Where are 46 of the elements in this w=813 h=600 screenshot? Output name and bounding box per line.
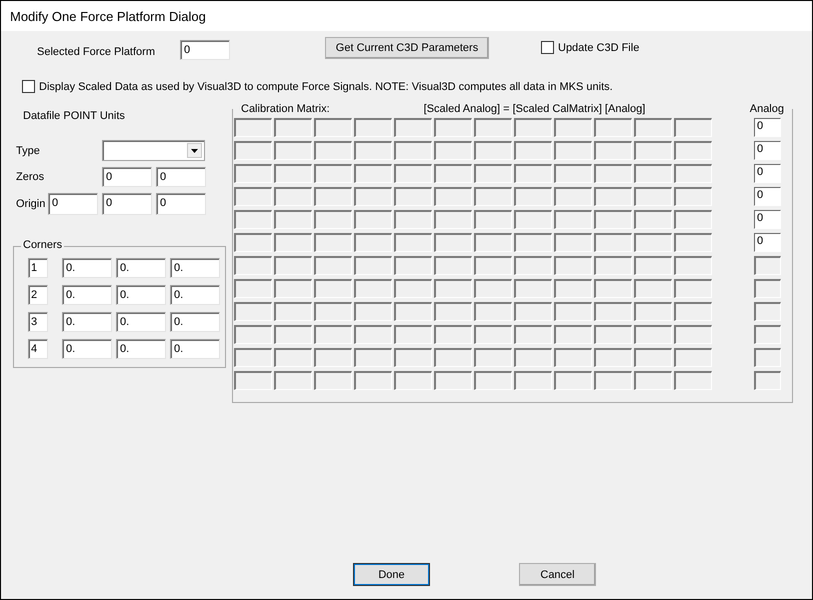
field-label: Type <box>15 144 41 156</box>
equation-text: [Scaled Analog] = [Scaled CalMatrix] [Analog] <box>424 103 646 115</box>
corner-number: 4 <box>28 339 48 359</box>
input-field[interactable]: 0. <box>62 312 112 332</box>
input-field[interactable]: 0 <box>180 40 230 60</box>
dialog-button[interactable]: Done <box>353 563 430 586</box>
input-field[interactable]: 0. <box>170 285 220 305</box>
section-label: Datafile POINT Units <box>23 110 126 122</box>
corner-number: 2 <box>28 285 48 305</box>
get-parameters-button[interactable]: Get Current C3D Parameters <box>325 36 489 58</box>
input-field[interactable]: 0. <box>170 339 220 359</box>
input-field[interactable]: 0. <box>116 258 166 278</box>
window-title: Modify One Force Platform Dialog <box>10 8 206 24</box>
checkbox-label: Update C3D File <box>558 42 640 54</box>
input-field[interactable]: 0. <box>62 339 112 359</box>
checkbox[interactable] <box>541 41 554 54</box>
input-field[interactable]: 0. <box>62 258 112 278</box>
caret-icon <box>191 148 198 152</box>
input-field[interactable]: 0 <box>156 193 206 215</box>
analog-field[interactable]: 0 <box>754 210 781 229</box>
analog-field[interactable]: 0 <box>754 233 781 252</box>
input-field[interactable]: 0. <box>116 285 166 305</box>
input-field[interactable]: 0 <box>48 193 98 215</box>
checkbox-label: Display Scaled Data as used by Visual3D to compute Force Signals. NOTE: Visual3D computes all data in MKS units. <box>39 80 613 92</box>
analog-field[interactable]: 0 <box>754 164 781 183</box>
input-field[interactable]: 0. <box>170 258 220 278</box>
group-title: Corners <box>21 239 64 251</box>
field-label: Zeros <box>15 171 46 183</box>
input-field[interactable]: 0. <box>116 339 166 359</box>
dialog-button[interactable]: Cancel <box>519 563 596 586</box>
input-field[interactable]: 0. <box>116 312 166 332</box>
input-field[interactable]: 0. <box>170 312 220 332</box>
group-title: Analog <box>748 103 786 115</box>
analog-field[interactable]: 0 <box>754 187 781 206</box>
input-field[interactable]: 0 <box>102 167 152 187</box>
analog-field[interactable]: 0 <box>754 118 781 137</box>
checkbox[interactable] <box>22 80 35 93</box>
corner-number: 1 <box>28 258 48 278</box>
field-label: Origin <box>15 198 46 210</box>
field-label: Selected Force Platform <box>37 46 156 58</box>
corner-number: 3 <box>28 312 48 332</box>
type-dropdown[interactable] <box>102 140 205 161</box>
analog-field[interactable]: 0 <box>754 141 781 160</box>
input-field[interactable]: 0. <box>62 285 112 305</box>
input-field[interactable]: 0 <box>102 193 152 215</box>
input-field[interactable]: 0 <box>156 167 206 187</box>
